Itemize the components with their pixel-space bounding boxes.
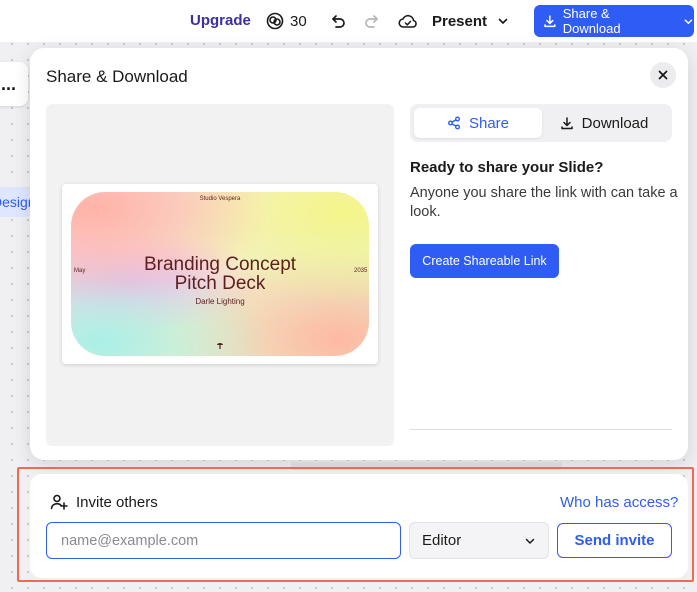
tab-download[interactable]: Download [540, 108, 668, 138]
credits-icon [266, 12, 284, 30]
present-label: Present [432, 12, 488, 30]
chevron-down-icon [684, 18, 693, 24]
cloud-sync-icon[interactable] [398, 11, 418, 31]
role-select[interactable]: Editor [409, 522, 549, 559]
chevron-down-icon [525, 538, 535, 544]
invite-header: Invite others [50, 493, 158, 511]
share-download-label: Share & Download [562, 6, 621, 36]
create-shareable-link-button[interactable]: Create Shareable Link [410, 244, 559, 278]
share-description: Anyone you share the link with can take … [410, 185, 678, 220]
share-download-modal: Share & Download Studio Vespera Branding… [30, 48, 688, 460]
slide-title-line1: Branding Concept [143, 254, 297, 275]
share-download-tabs: Share Download [410, 104, 672, 142]
tab-share-label: Share [468, 114, 510, 132]
invite-heading: Invite others [76, 493, 158, 511]
more-options-button[interactable]: ... [0, 62, 28, 106]
add-person-icon [50, 494, 68, 510]
more-options-label: ... [0, 73, 16, 94]
email-input[interactable] [46, 522, 401, 559]
download-icon [544, 15, 556, 28]
slide-logo-icon [216, 342, 224, 352]
undo-icon[interactable] [328, 11, 348, 31]
redo-icon[interactable] [362, 11, 382, 31]
slide-title-line2: Pitch Deck [174, 273, 266, 294]
tab-share[interactable]: Share [414, 108, 542, 138]
modal-title: Share & Download [46, 67, 188, 86]
design-tab[interactable]: Design [0, 187, 32, 217]
invite-panel: Invite others Who has access? Editor Sen… [30, 474, 688, 578]
role-select-value: Editor [422, 532, 462, 549]
close-icon [658, 70, 668, 80]
slide-studio-name: Studio Vespera [199, 196, 241, 202]
who-has-access-link[interactable]: Who has access? [560, 494, 678, 511]
credits-count: 30 [290, 12, 307, 30]
send-invite-button[interactable]: Send invite [557, 523, 672, 558]
slide-preview-panel: Studio Vespera Branding Concept Pitch De… [46, 104, 394, 446]
top-bar: Upgrade 30 Present Share & Download [0, 0, 697, 42]
design-tab-label: Design [0, 194, 32, 210]
credits-counter[interactable]: 30 [266, 11, 307, 31]
slide-left-label: May [74, 268, 86, 274]
upgrade-link[interactable]: Upgrade [190, 12, 251, 29]
chevron-down-icon [498, 18, 508, 24]
slide-right-label: 2035 [354, 268, 368, 274]
close-button[interactable] [650, 62, 676, 88]
present-button[interactable]: Present [432, 10, 509, 32]
share-heading: Ready to share your Slide? [410, 159, 604, 176]
share-download-button[interactable]: Share & Download [534, 5, 694, 37]
download-icon [560, 117, 573, 130]
slide-thumbnail: Studio Vespera Branding Concept Pitch De… [62, 184, 378, 364]
share-icon [447, 116, 460, 130]
divider [410, 429, 672, 430]
tab-download-label: Download [581, 114, 649, 132]
slide-title: Branding Concept Pitch Deck [62, 255, 378, 293]
slide-subtitle: Darle Lighting [195, 297, 245, 306]
